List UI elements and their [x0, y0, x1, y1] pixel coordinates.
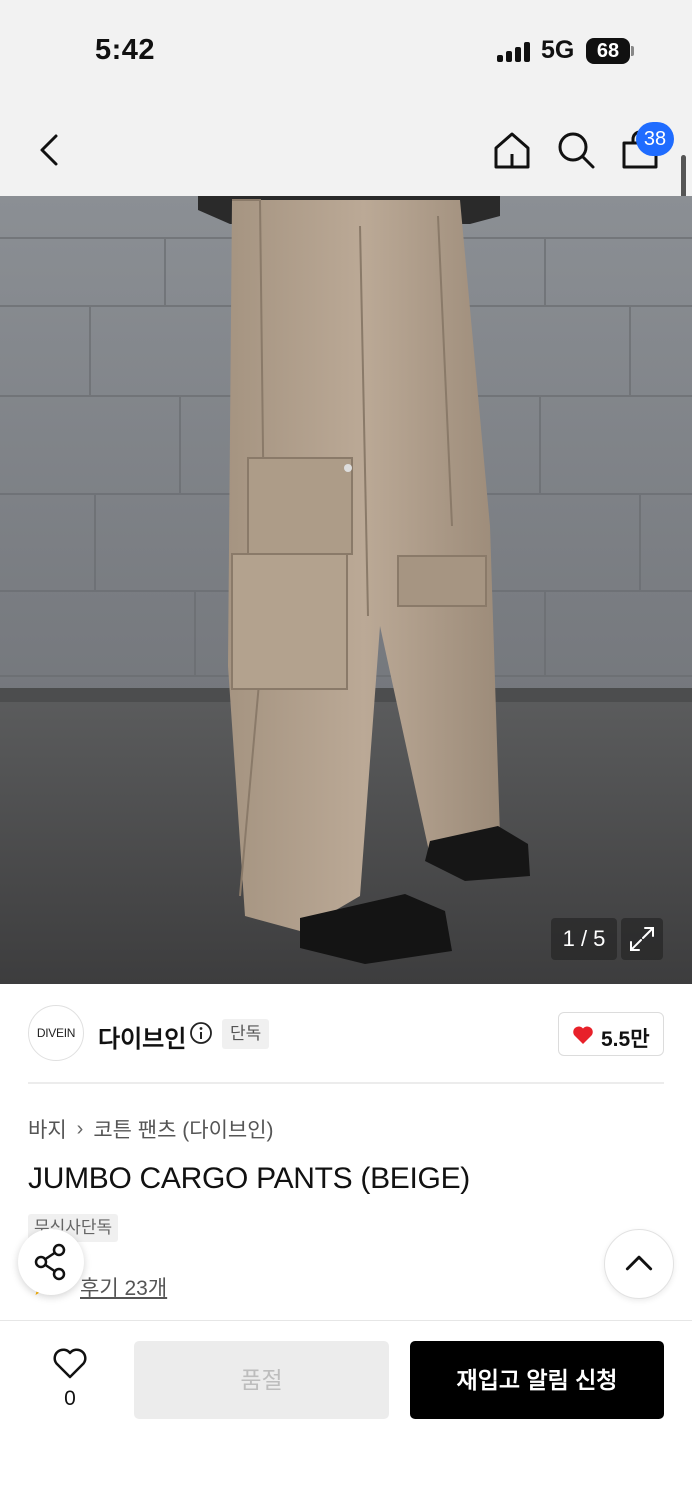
product-photo: [0, 196, 692, 984]
cart-count-badge: 38: [636, 122, 674, 156]
brand-like-button[interactable]: 5.5만: [558, 1012, 664, 1056]
info-icon[interactable]: [189, 1021, 213, 1045]
chevron-right-icon: ›: [76, 1117, 84, 1140]
divider: [28, 1082, 664, 1084]
network-type: 5G: [541, 36, 575, 64]
heart-filled-icon: [573, 1026, 593, 1044]
breadcrumb-subcategory[interactable]: 코튼 팬츠 (다이브인): [93, 1114, 273, 1144]
soldout-button: 품절: [134, 1341, 389, 1419]
home-icon[interactable]: [490, 128, 534, 172]
battery-cap: [631, 46, 634, 56]
nav-bar: [0, 100, 692, 196]
back-arrow-icon[interactable]: [30, 128, 70, 172]
breadcrumb: 바지 › 코튼 팬츠 (다이브인): [28, 1114, 274, 1144]
brand-name[interactable]: 다이브인: [98, 1019, 186, 1054]
brand-logo[interactable]: DIVEIN: [28, 1005, 84, 1061]
status-bar: 5:42 5G 68: [0, 0, 692, 100]
exclusive-badge: 단독: [222, 1019, 270, 1049]
signal-icon: [497, 42, 531, 62]
review-link[interactable]: 후기 23개: [80, 1272, 167, 1302]
brand-like-count: 5.5만: [601, 1028, 650, 1051]
wish-count: 0: [64, 1387, 76, 1410]
chevron-up-icon[interactable]: [604, 1229, 674, 1299]
heart-outline-icon[interactable]: [52, 1346, 88, 1380]
image-counter: 1 / 5: [551, 918, 617, 960]
product-image[interactable]: [0, 196, 692, 984]
product-title: JUMBO CARGO PANTS (BEIGE): [28, 1162, 470, 1195]
expand-icon[interactable]: [621, 918, 663, 960]
battery-icon: 68: [586, 38, 630, 64]
search-icon[interactable]: [554, 128, 598, 172]
status-time: 5:42: [95, 34, 156, 66]
restock-alert-button[interactable]: 재입고 알림 신청: [410, 1341, 664, 1419]
breadcrumb-category[interactable]: 바지: [28, 1114, 67, 1144]
share-icon[interactable]: [18, 1229, 84, 1295]
